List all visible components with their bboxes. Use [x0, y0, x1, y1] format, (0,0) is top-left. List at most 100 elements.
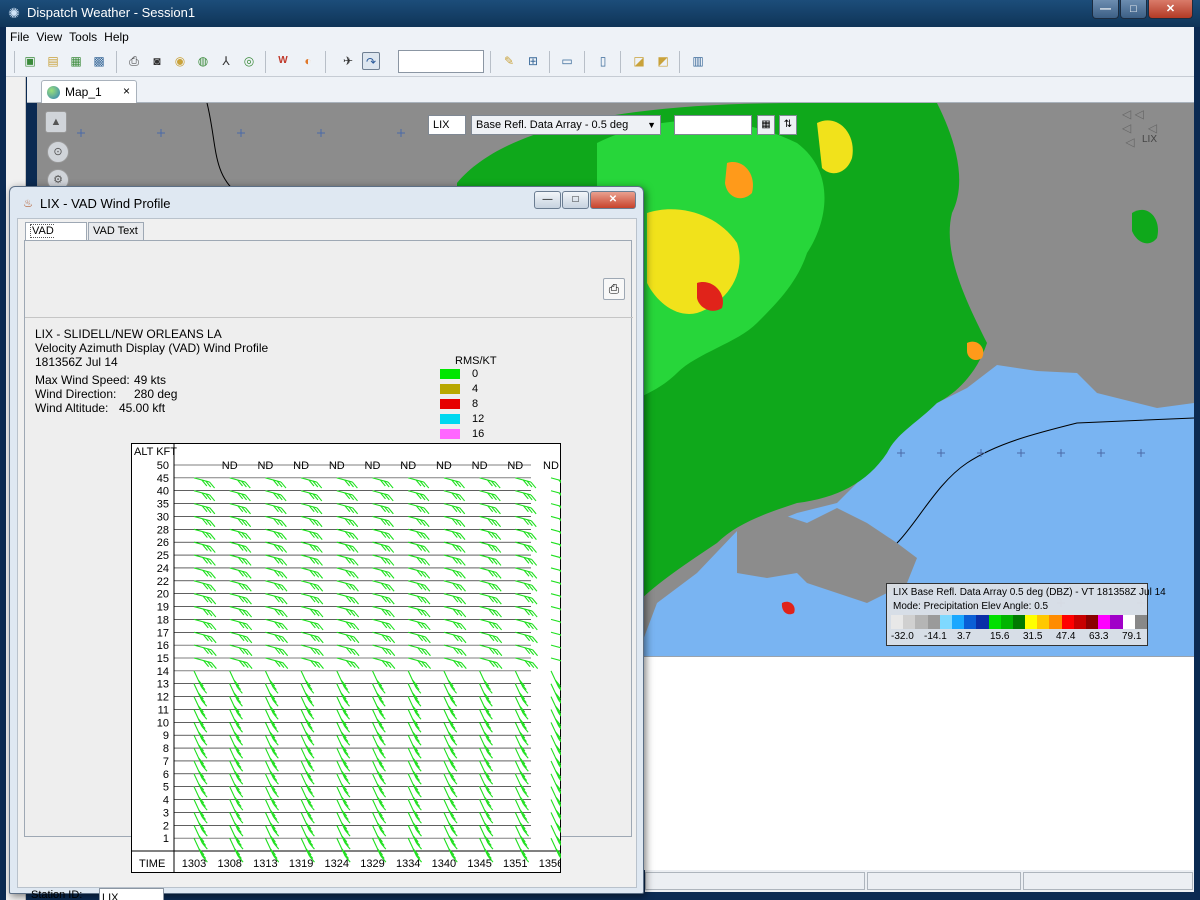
- layers-icon[interactable]: ◐: [299, 52, 317, 70]
- minimize-button[interactable]: —: [1092, 0, 1119, 19]
- table-icon[interactable]: ▭: [558, 52, 576, 70]
- color-scale-legend: LIX Base Refl. Data Array 0.5 deg (DBZ) …: [886, 583, 1166, 646]
- altitude-tick-label: 40: [157, 486, 169, 498]
- no-data-label: ND: [543, 460, 559, 472]
- save-icon[interactable]: ▩: [90, 52, 108, 70]
- new-map-icon[interactable]: ▣: [21, 52, 39, 70]
- map-station-input[interactable]: LIX: [428, 115, 466, 135]
- time-tick-label: 1329: [360, 858, 384, 870]
- no-data-label: ND: [400, 460, 416, 472]
- color-scale-swatch: [1098, 615, 1111, 629]
- menu-tools[interactable]: Tools: [65, 27, 100, 44]
- rms-legend-value: 16: [472, 428, 485, 440]
- max-wind-label: Max Wind Speed:: [35, 373, 130, 387]
- loop-icon[interactable]: ↷: [362, 52, 380, 70]
- altitude-tick-label: 25: [157, 550, 169, 562]
- toolbar: ▣ ▤ ▦ ▩ ⎙ ◙ ◉ ◍ ⅄ ◎ W ◐ ✈ ↷ ✎ ⊞ ▭ ▯ ◪ ◩ …: [6, 47, 1194, 77]
- station-line: LIX - SLIDELL/NEW ORLEANS LA: [35, 327, 222, 341]
- menu-help[interactable]: Help: [100, 27, 132, 44]
- wind-altitude-label: Wind Altitude:: [35, 401, 109, 415]
- color-scale-swatch: [976, 615, 989, 629]
- toolbar-separator: [549, 51, 550, 73]
- toolbar-search-input[interactable]: [398, 50, 484, 73]
- altitude-tick-label: 17: [157, 627, 169, 639]
- rms-legend-swatch: [440, 429, 460, 439]
- no-data-label: ND: [293, 460, 309, 472]
- time-tick-label: 1351: [503, 858, 527, 870]
- no-data-label: ND: [507, 460, 523, 472]
- menu-file[interactable]: File: [6, 27, 32, 44]
- menu-view[interactable]: View: [32, 27, 65, 44]
- color-scale-swatch: [1073, 615, 1086, 629]
- dialog-minimize-button[interactable]: —: [534, 191, 561, 209]
- zoom-in-icon[interactable]: ◪: [630, 52, 648, 70]
- zoom-out-icon[interactable]: ◩: [654, 52, 672, 70]
- camera-icon[interactable]: ◙: [148, 52, 166, 70]
- open-folder-icon[interactable]: ▤: [44, 52, 62, 70]
- altitude-tick-label: 7: [163, 756, 169, 768]
- toolbar-separator: [584, 51, 585, 73]
- color-scale-tick: -32.0: [891, 631, 914, 642]
- radar-red-cell: [781, 601, 795, 615]
- map-time-input[interactable]: [674, 115, 752, 135]
- rms-legend-title: RMS/KT: [455, 355, 497, 367]
- tab-close-icon[interactable]: ×: [123, 84, 130, 98]
- zoom-icon[interactable]: ⊙: [47, 141, 69, 163]
- dialog-maximize-button[interactable]: □: [562, 191, 589, 209]
- dialog-close-button[interactable]: ✕: [590, 191, 636, 209]
- globe-icon[interactable]: ◍: [194, 52, 212, 70]
- tab-vad-text[interactable]: VAD Text: [88, 222, 144, 240]
- status-field: [867, 872, 1021, 890]
- coastline: [896, 417, 1194, 544]
- status-bar: [645, 870, 1194, 892]
- print-icon[interactable]: ⎙: [125, 52, 143, 70]
- altitude-tick-label: 16: [157, 640, 169, 652]
- altitude-tick-label: 12: [157, 692, 169, 704]
- no-data-label: ND: [257, 460, 273, 472]
- rms-legend-value: 4: [472, 383, 479, 395]
- station-id-input[interactable]: LIX: [99, 888, 164, 900]
- close-button[interactable]: ✕: [1148, 0, 1193, 19]
- pan-up-icon[interactable]: ▲: [45, 111, 67, 133]
- color-scale-swatch: [939, 615, 952, 629]
- tab-map-1-label: Map_1: [65, 85, 102, 99]
- rms-legend-swatch: [440, 399, 460, 409]
- edit-icon[interactable]: ✎: [500, 52, 518, 70]
- altitude-tick-label: 20: [157, 589, 169, 601]
- compass-icon[interactable]: ◉: [171, 52, 189, 70]
- color-scale-swatch: [1025, 615, 1038, 629]
- rms-legend-swatch: [440, 369, 460, 379]
- color-scale-tick: 3.7: [957, 631, 971, 642]
- document-icon[interactable]: ▯: [594, 52, 612, 70]
- altitude-tick-label: 18: [157, 614, 169, 626]
- color-scale-ticks: -32.0 -14.1 3.7 15.6 31.5 47.4 63.3 79.1: [891, 631, 1147, 643]
- print-button[interactable]: ⎙: [603, 278, 625, 300]
- toolbar-separator: [116, 51, 117, 73]
- no-data-label: ND: [472, 460, 488, 472]
- altitude-tick-label: 14: [157, 666, 169, 678]
- calendar-icon[interactable]: ▦: [757, 115, 775, 135]
- altitude-tick-label: 22: [157, 576, 169, 588]
- panel-layout-icon[interactable]: ▥: [689, 52, 707, 70]
- toolbar-separator: [620, 51, 621, 73]
- tab-map-1[interactable]: Map_1 ×: [41, 80, 137, 103]
- vad-wind-profile-dialog: ♨ LIX - VAD Wind Profile — □ ✕ VAD Profi…: [9, 186, 644, 900]
- rms-legend-value: 12: [472, 413, 485, 425]
- time-step-icon[interactable]: ⇅: [779, 115, 797, 135]
- color-scale-swatch: [915, 615, 928, 629]
- aircraft-icon[interactable]: ✈: [339, 52, 357, 70]
- add-layer-icon[interactable]: ⊞: [524, 52, 542, 70]
- color-scale-tick: 63.3: [1089, 631, 1109, 642]
- altitude-tick-label: 2: [163, 820, 169, 832]
- tab-vad-profile[interactable]: VAD Profile: [25, 222, 87, 254]
- maximize-button[interactable]: □: [1120, 0, 1147, 19]
- vad-profile-panel: ⎙ LIX - SLIDELL/NEW ORLEANS LA Velocity …: [24, 240, 633, 873]
- no-data-label: ND: [329, 460, 345, 472]
- map-product-select[interactable]: Base Refl. Data Array - 0.5 deg ▼: [471, 115, 661, 135]
- toolbar-separator: [265, 51, 266, 73]
- measure-icon[interactable]: ⅄: [217, 52, 235, 70]
- dialog-body: VAD Profile VAD Text ⎙ LIX - SLIDELL/NEW…: [17, 218, 637, 900]
- refresh-icon[interactable]: ◎: [240, 52, 258, 70]
- map-window-icon[interactable]: ▦: [67, 52, 85, 70]
- weather-product-icon[interactable]: W: [274, 52, 292, 70]
